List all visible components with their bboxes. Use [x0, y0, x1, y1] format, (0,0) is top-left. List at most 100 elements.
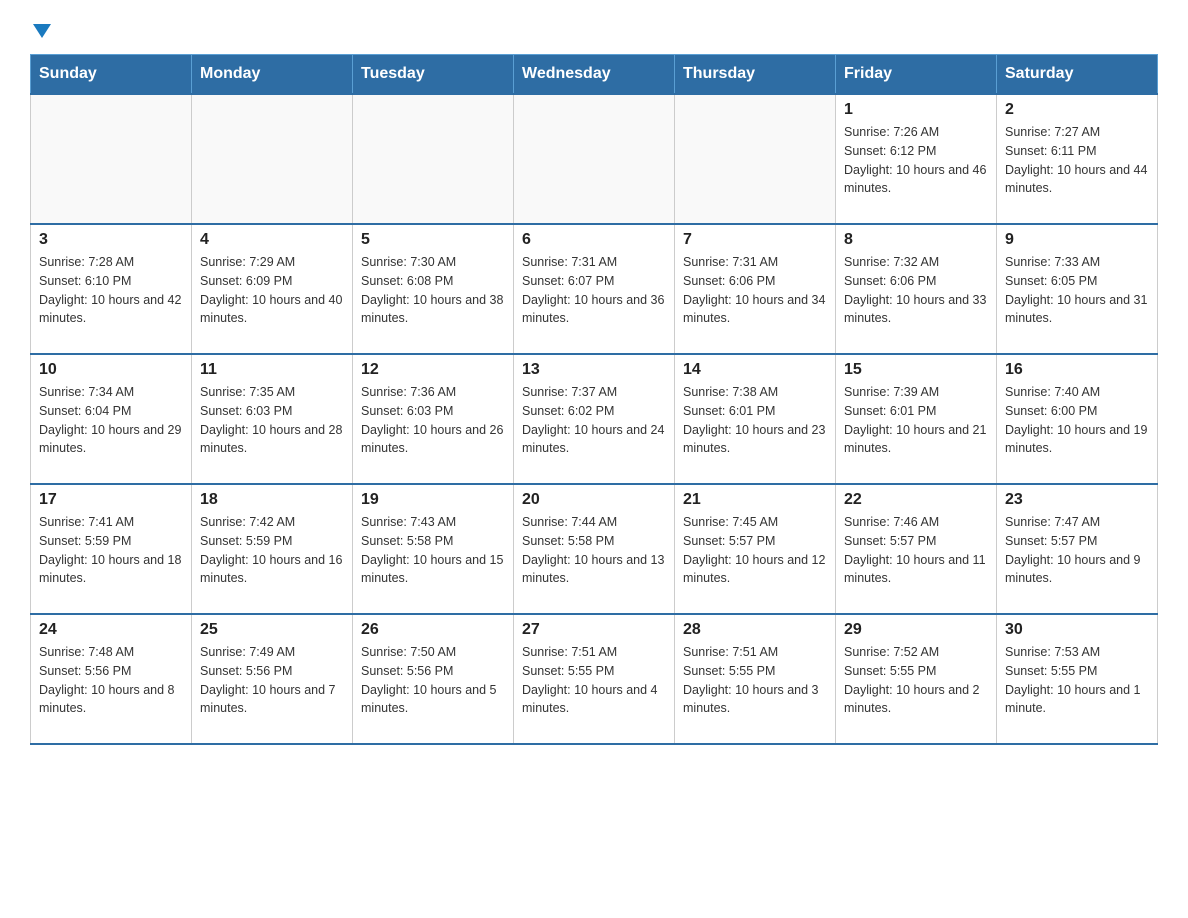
calendar-cell: 4 Sunrise: 7:29 AMSunset: 6:09 PMDaylight…	[192, 224, 353, 354]
day-number: 13	[522, 361, 666, 379]
calendar-week-row: 1 Sunrise: 7:26 AMSunset: 6:12 PMDaylight…	[31, 94, 1158, 224]
day-info: Sunrise: 7:33 AMSunset: 6:05 PMDaylight:…	[1005, 253, 1149, 328]
calendar-cell	[31, 94, 192, 224]
day-info: Sunrise: 7:48 AMSunset: 5:56 PMDaylight:…	[39, 643, 183, 718]
day-info: Sunrise: 7:34 AMSunset: 6:04 PMDaylight:…	[39, 383, 183, 458]
calendar-cell: 19 Sunrise: 7:43 AMSunset: 5:58 PMDayligh…	[353, 484, 514, 614]
calendar-cell: 5 Sunrise: 7:30 AMSunset: 6:08 PMDaylight…	[353, 224, 514, 354]
day-number: 17	[39, 491, 183, 509]
day-info: Sunrise: 7:35 AMSunset: 6:03 PMDaylight:…	[200, 383, 344, 458]
calendar-cell: 21 Sunrise: 7:45 AMSunset: 5:57 PMDayligh…	[675, 484, 836, 614]
day-info: Sunrise: 7:28 AMSunset: 6:10 PMDaylight:…	[39, 253, 183, 328]
day-number: 8	[844, 231, 988, 249]
calendar-cell: 12 Sunrise: 7:36 AMSunset: 6:03 PMDayligh…	[353, 354, 514, 484]
day-info: Sunrise: 7:46 AMSunset: 5:57 PMDaylight:…	[844, 513, 988, 588]
header-wednesday: Wednesday	[514, 55, 675, 95]
calendar-cell	[192, 94, 353, 224]
day-info: Sunrise: 7:52 AMSunset: 5:55 PMDaylight:…	[844, 643, 988, 718]
day-info: Sunrise: 7:31 AMSunset: 6:07 PMDaylight:…	[522, 253, 666, 328]
day-info: Sunrise: 7:47 AMSunset: 5:57 PMDaylight:…	[1005, 513, 1149, 588]
calendar-cell: 8 Sunrise: 7:32 AMSunset: 6:06 PMDaylight…	[836, 224, 997, 354]
day-info: Sunrise: 7:50 AMSunset: 5:56 PMDaylight:…	[361, 643, 505, 718]
day-info: Sunrise: 7:41 AMSunset: 5:59 PMDaylight:…	[39, 513, 183, 588]
day-number: 21	[683, 491, 827, 509]
calendar-cell: 20 Sunrise: 7:44 AMSunset: 5:58 PMDayligh…	[514, 484, 675, 614]
day-number: 18	[200, 491, 344, 509]
calendar-cell: 1 Sunrise: 7:26 AMSunset: 6:12 PMDaylight…	[836, 94, 997, 224]
calendar-cell	[675, 94, 836, 224]
calendar-cell: 13 Sunrise: 7:37 AMSunset: 6:02 PMDayligh…	[514, 354, 675, 484]
day-number: 12	[361, 361, 505, 379]
day-number: 27	[522, 621, 666, 639]
day-number: 7	[683, 231, 827, 249]
day-info: Sunrise: 7:31 AMSunset: 6:06 PMDaylight:…	[683, 253, 827, 328]
calendar-cell: 10 Sunrise: 7:34 AMSunset: 6:04 PMDayligh…	[31, 354, 192, 484]
day-number: 26	[361, 621, 505, 639]
day-number: 20	[522, 491, 666, 509]
day-info: Sunrise: 7:37 AMSunset: 6:02 PMDaylight:…	[522, 383, 666, 458]
day-number: 2	[1005, 101, 1149, 119]
day-number: 30	[1005, 621, 1149, 639]
page-header	[30, 20, 1158, 34]
day-number: 11	[200, 361, 344, 379]
day-number: 24	[39, 621, 183, 639]
calendar-cell: 29 Sunrise: 7:52 AMSunset: 5:55 PMDayligh…	[836, 614, 997, 744]
header-saturday: Saturday	[997, 55, 1158, 95]
day-info: Sunrise: 7:44 AMSunset: 5:58 PMDaylight:…	[522, 513, 666, 588]
calendar-cell: 26 Sunrise: 7:50 AMSunset: 5:56 PMDayligh…	[353, 614, 514, 744]
header-tuesday: Tuesday	[353, 55, 514, 95]
calendar-cell: 14 Sunrise: 7:38 AMSunset: 6:01 PMDayligh…	[675, 354, 836, 484]
day-number: 4	[200, 231, 344, 249]
day-number: 23	[1005, 491, 1149, 509]
calendar-cell: 16 Sunrise: 7:40 AMSunset: 6:00 PMDayligh…	[997, 354, 1158, 484]
day-number: 9	[1005, 231, 1149, 249]
header-monday: Monday	[192, 55, 353, 95]
calendar-cell: 23 Sunrise: 7:47 AMSunset: 5:57 PMDayligh…	[997, 484, 1158, 614]
calendar-cell: 17 Sunrise: 7:41 AMSunset: 5:59 PMDayligh…	[31, 484, 192, 614]
calendar-week-row: 3Sunrise: 7:28 AMSunset: 6:10 PMDaylight…	[31, 224, 1158, 354]
day-number: 1	[844, 101, 988, 119]
day-info: Sunrise: 7:36 AMSunset: 6:03 PMDaylight:…	[361, 383, 505, 458]
calendar-week-row: 24 Sunrise: 7:48 AMSunset: 5:56 PMDayligh…	[31, 614, 1158, 744]
calendar-cell: 24 Sunrise: 7:48 AMSunset: 5:56 PMDayligh…	[31, 614, 192, 744]
day-info: Sunrise: 7:32 AMSunset: 6:06 PMDaylight:…	[844, 253, 988, 328]
calendar-cell: 6 Sunrise: 7:31 AMSunset: 6:07 PMDaylight…	[514, 224, 675, 354]
calendar-table: Sunday Monday Tuesday Wednesday Thursday…	[30, 54, 1158, 745]
day-info: Sunrise: 7:26 AMSunset: 6:12 PMDaylight:…	[844, 123, 988, 198]
day-number: 22	[844, 491, 988, 509]
day-number: 5	[361, 231, 505, 249]
day-info: Sunrise: 7:29 AMSunset: 6:09 PMDaylight:…	[200, 253, 344, 328]
calendar-cell: 30 Sunrise: 7:53 AMSunset: 5:55 PMDayligh…	[997, 614, 1158, 744]
calendar-cell: 11 Sunrise: 7:35 AMSunset: 6:03 PMDayligh…	[192, 354, 353, 484]
calendar-week-row: 17 Sunrise: 7:41 AMSunset: 5:59 PMDayligh…	[31, 484, 1158, 614]
calendar-cell: 2 Sunrise: 7:27 AMSunset: 6:11 PMDaylight…	[997, 94, 1158, 224]
calendar-cell	[353, 94, 514, 224]
day-info: Sunrise: 7:45 AMSunset: 5:57 PMDaylight:…	[683, 513, 827, 588]
day-info: Sunrise: 7:51 AMSunset: 5:55 PMDaylight:…	[683, 643, 827, 718]
day-number: 29	[844, 621, 988, 639]
day-number: 14	[683, 361, 827, 379]
day-number: 16	[1005, 361, 1149, 379]
calendar-cell: 3Sunrise: 7:28 AMSunset: 6:10 PMDaylight…	[31, 224, 192, 354]
calendar-cell: 18Sunrise: 7:42 AMSunset: 5:59 PMDayligh…	[192, 484, 353, 614]
calendar-cell: 27 Sunrise: 7:51 AMSunset: 5:55 PMDayligh…	[514, 614, 675, 744]
calendar-cell: 22 Sunrise: 7:46 AMSunset: 5:57 PMDayligh…	[836, 484, 997, 614]
day-info: Sunrise: 7:39 AMSunset: 6:01 PMDaylight:…	[844, 383, 988, 458]
logo	[30, 20, 51, 34]
day-info: Sunrise: 7:40 AMSunset: 6:00 PMDaylight:…	[1005, 383, 1149, 458]
day-info: Sunrise: 7:53 AMSunset: 5:55 PMDaylight:…	[1005, 643, 1149, 718]
header-thursday: Thursday	[675, 55, 836, 95]
day-info: Sunrise: 7:49 AMSunset: 5:56 PMDaylight:…	[200, 643, 344, 718]
day-info: Sunrise: 7:30 AMSunset: 6:08 PMDaylight:…	[361, 253, 505, 328]
day-info: Sunrise: 7:51 AMSunset: 5:55 PMDaylight:…	[522, 643, 666, 718]
day-info: Sunrise: 7:43 AMSunset: 5:58 PMDaylight:…	[361, 513, 505, 588]
logo-triangle-icon	[33, 24, 51, 38]
day-number: 25	[200, 621, 344, 639]
day-info: Sunrise: 7:38 AMSunset: 6:01 PMDaylight:…	[683, 383, 827, 458]
calendar-week-row: 10 Sunrise: 7:34 AMSunset: 6:04 PMDayligh…	[31, 354, 1158, 484]
weekday-header-row: Sunday Monday Tuesday Wednesday Thursday…	[31, 55, 1158, 95]
day-number: 10	[39, 361, 183, 379]
day-number: 6	[522, 231, 666, 249]
day-number: 19	[361, 491, 505, 509]
day-info: Sunrise: 7:27 AMSunset: 6:11 PMDaylight:…	[1005, 123, 1149, 198]
